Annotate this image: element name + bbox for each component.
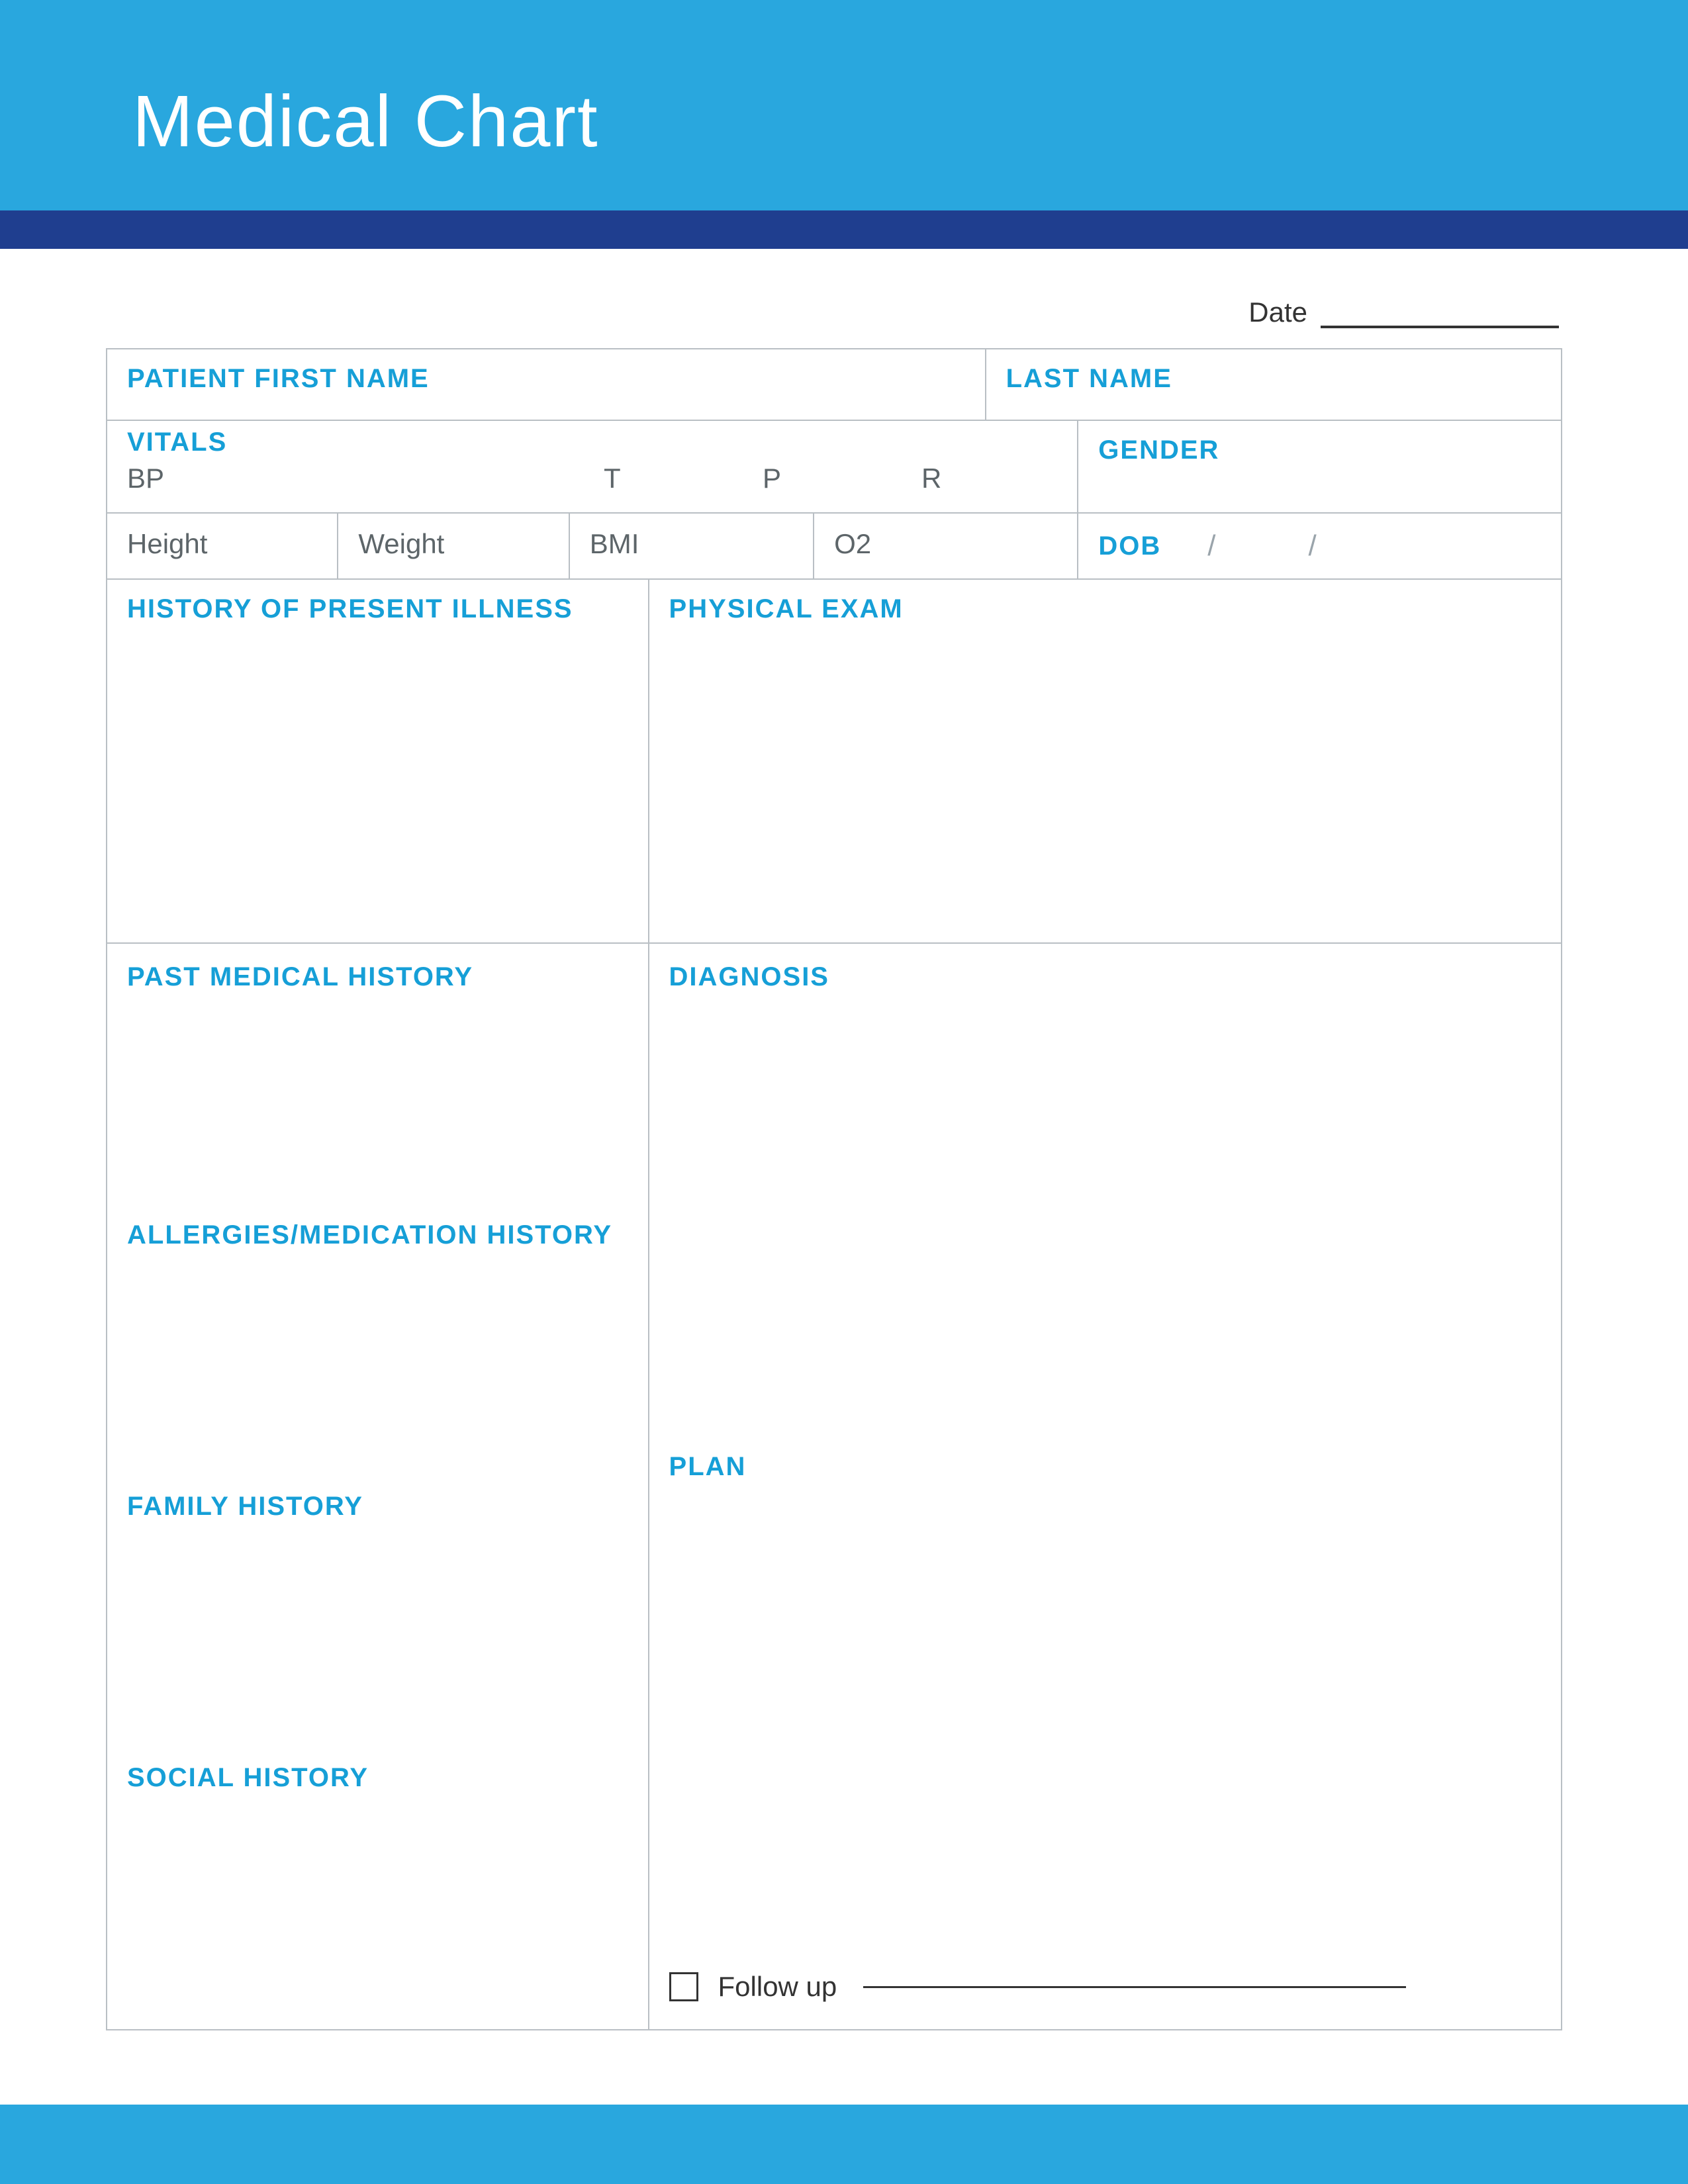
physical-exam-cell[interactable]: PHYSICAL EXAM xyxy=(649,580,1561,944)
allergies-label: ALLERGIES/MEDICATION HISTORY xyxy=(127,1220,612,1250)
dob-slash-1: / xyxy=(1207,529,1215,563)
r-label: R xyxy=(921,463,941,494)
social-history-label: SOCIAL HISTORY xyxy=(127,1763,369,1792)
followup-label: Follow up xyxy=(718,1971,837,2003)
dob-label: DOB xyxy=(1098,531,1161,561)
followup-row: Follow up xyxy=(669,1971,1407,2003)
date-label: Date xyxy=(1248,296,1307,328)
dob-cell[interactable]: DOB / / xyxy=(1078,514,1561,580)
followup-checkbox[interactable] xyxy=(669,1972,698,2001)
vitals-row: VITALS BP T P R GENDER xyxy=(107,421,1561,514)
bmi-cell[interactable]: BMI xyxy=(570,514,814,580)
p-label: P xyxy=(763,463,921,494)
height-label: Height xyxy=(127,528,207,559)
measures-row: Height Weight BMI O2 DOB / / xyxy=(107,514,1561,580)
followup-input-line[interactable] xyxy=(863,1986,1406,1988)
physical-exam-label: PHYSICAL EXAM xyxy=(669,594,904,623)
header-band: Medical Chart xyxy=(0,0,1688,210)
past-medical-cell[interactable]: PAST MEDICAL HISTORY xyxy=(107,944,648,1202)
plan-cell[interactable]: PLAN xyxy=(649,1433,1561,1936)
diagnosis-cell[interactable]: DIAGNOSIS xyxy=(649,944,1561,1433)
page-title: Medical Chart xyxy=(132,79,599,163)
right-column: DIAGNOSIS PLAN Follow up xyxy=(649,944,1561,2029)
first-name-cell[interactable]: PATIENT FIRST NAME xyxy=(107,349,986,421)
gender-label: GENDER xyxy=(1098,435,1219,465)
family-history-cell[interactable]: FAMILY HISTORY xyxy=(107,1473,648,1745)
weight-label: Weight xyxy=(358,528,444,559)
date-row: Date xyxy=(1248,296,1559,328)
hpi-label: HISTORY OF PRESENT ILLNESS xyxy=(127,594,573,623)
hpi-pe-row: HISTORY OF PRESENT ILLNESS PHYSICAL EXAM xyxy=(107,580,1561,944)
name-row: PATIENT FIRST NAME LAST NAME xyxy=(107,349,1561,421)
medical-form: PATIENT FIRST NAME LAST NAME VITALS BP T… xyxy=(106,348,1562,2030)
footer-band xyxy=(0,2105,1688,2184)
date-input-line[interactable] xyxy=(1321,326,1559,328)
bmi-label: BMI xyxy=(590,528,639,559)
diagnosis-label: DIAGNOSIS xyxy=(669,962,829,991)
first-name-label: PATIENT FIRST NAME xyxy=(127,364,430,393)
social-history-cell[interactable]: SOCIAL HISTORY xyxy=(107,1745,648,2029)
hpi-cell[interactable]: HISTORY OF PRESENT ILLNESS xyxy=(107,580,649,944)
family-history-label: FAMILY HISTORY xyxy=(127,1492,363,1521)
page: Medical Chart Date PATIENT FIRST NAME LA… xyxy=(0,0,1688,2184)
past-medical-label: PAST MEDICAL HISTORY xyxy=(127,962,473,991)
height-cell[interactable]: Height xyxy=(107,514,338,580)
bp-label: BP xyxy=(127,463,604,494)
weight-cell[interactable]: Weight xyxy=(338,514,569,580)
lower-row: PAST MEDICAL HISTORY ALLERGIES/MEDICATIO… xyxy=(107,944,1561,2029)
o2-cell[interactable]: O2 xyxy=(814,514,1078,580)
accent-stripe xyxy=(0,210,1688,249)
plan-label: PLAN xyxy=(669,1452,747,1481)
gender-cell[interactable]: GENDER xyxy=(1078,421,1561,514)
o2-label: O2 xyxy=(834,528,871,559)
allergies-cell[interactable]: ALLERGIES/MEDICATION HISTORY xyxy=(107,1202,648,1473)
last-name-label: LAST NAME xyxy=(1006,364,1172,393)
t-label: T xyxy=(604,463,763,494)
vitals-label: VITALS xyxy=(127,428,1057,457)
last-name-cell[interactable]: LAST NAME xyxy=(986,349,1561,421)
dob-slash-2: / xyxy=(1309,529,1317,563)
vitals-cell[interactable]: VITALS BP T P R xyxy=(107,421,1078,514)
left-column: PAST MEDICAL HISTORY ALLERGIES/MEDICATIO… xyxy=(107,944,649,2029)
